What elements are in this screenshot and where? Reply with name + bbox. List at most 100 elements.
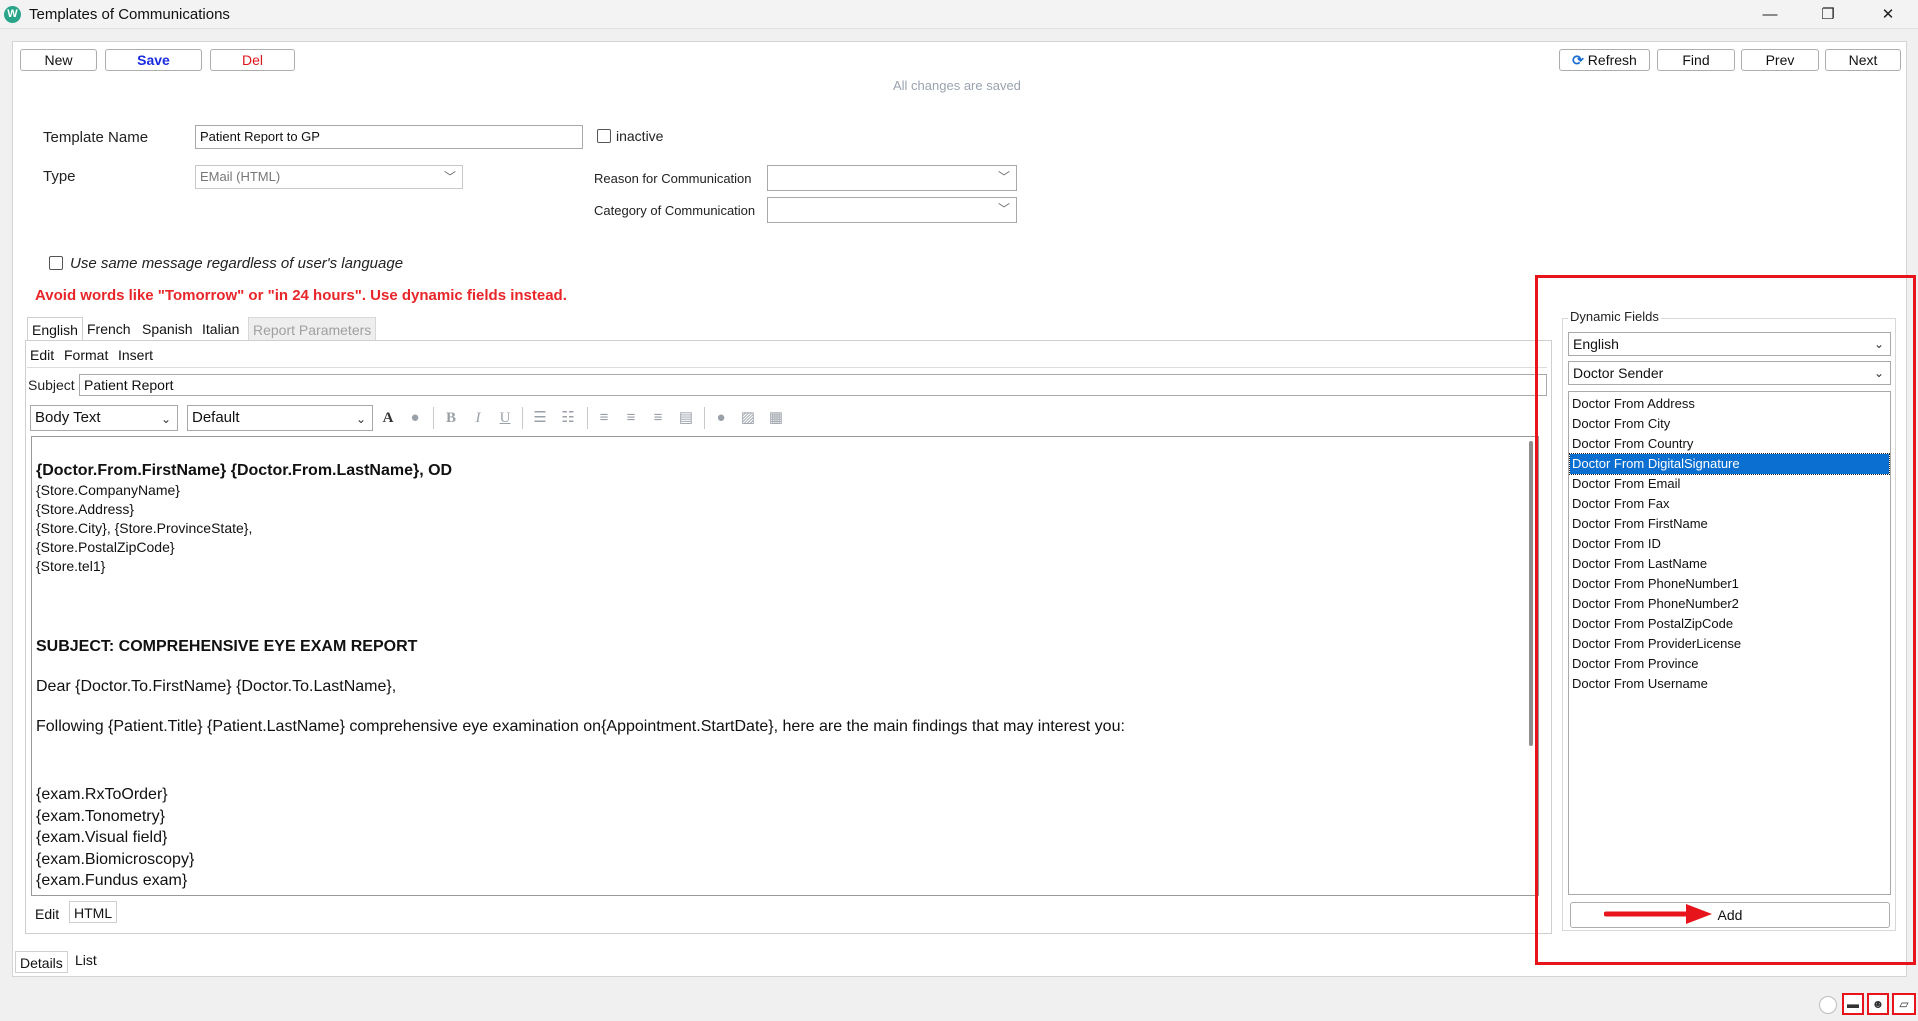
table-icon[interactable]: ▦ xyxy=(766,408,786,428)
tab-edit[interactable]: Edit xyxy=(31,903,63,925)
chevron-down-icon: ⌄ xyxy=(355,412,366,426)
dynamic-group-select[interactable]: Doctor Sender ⌄ xyxy=(1568,361,1891,385)
dynamic-language-select[interactable]: English ⌄ xyxy=(1568,332,1891,356)
window-title: Templates of Communications xyxy=(29,6,230,23)
save-button[interactable]: Save xyxy=(105,49,202,71)
align-left-icon[interactable]: ≡ xyxy=(594,408,614,428)
link-icon[interactable]: ● xyxy=(711,408,731,428)
justify-icon[interactable]: ▤ xyxy=(676,408,696,428)
find-button[interactable]: Find xyxy=(1657,49,1735,71)
image-icon[interactable]: ▨ xyxy=(738,408,758,428)
type-label: Type xyxy=(43,168,76,185)
chevron-down-icon: ⌄ xyxy=(1873,366,1884,380)
delete-button[interactable]: Del xyxy=(210,49,295,71)
font-select[interactable]: Default ⌄ xyxy=(187,405,373,431)
dynamic-field-item[interactable]: Doctor From Province xyxy=(1570,654,1889,674)
new-button[interactable]: New xyxy=(20,49,97,71)
dynamic-field-item[interactable]: Doctor From ID xyxy=(1570,534,1889,554)
bold-icon[interactable]: B xyxy=(441,408,461,428)
category-select[interactable]: ﹀ xyxy=(767,197,1017,223)
tab-italian[interactable]: Italian xyxy=(198,317,243,341)
subject-input[interactable]: Patient Report xyxy=(79,374,1547,396)
body-paragraph: Following {Patient.Title} {Patient.LastN… xyxy=(36,718,1125,735)
tab-details[interactable]: Details xyxy=(15,951,68,973)
bullet-list-icon[interactable]: ☰ xyxy=(530,408,550,428)
category-label: Category of Communication xyxy=(594,203,756,218)
align-right-icon[interactable]: ≡ xyxy=(648,408,668,428)
user-icon[interactable]: ☻ xyxy=(1867,993,1889,1015)
dynamic-field-item[interactable]: Doctor From City xyxy=(1570,414,1889,434)
separator xyxy=(587,407,588,429)
reason-select[interactable]: ﹀ xyxy=(767,165,1017,191)
dynamic-field-item[interactable]: Doctor From Username xyxy=(1570,674,1889,694)
printer-icon[interactable]: ▱ xyxy=(1892,993,1916,1015)
next-button[interactable]: Next xyxy=(1825,49,1901,71)
editor-body[interactable] xyxy=(31,436,1539,896)
app-icon: W xyxy=(4,6,21,23)
menu-format[interactable]: Format xyxy=(64,347,108,363)
dynamic-field-item[interactable]: Doctor From Address xyxy=(1570,394,1889,414)
dynamic-field-item[interactable]: Doctor From ProviderLicense xyxy=(1570,634,1889,654)
tab-french[interactable]: French xyxy=(83,317,135,341)
refresh-label: Refresh xyxy=(1587,52,1637,68)
menu-insert[interactable]: Insert xyxy=(118,347,153,363)
text-color-icon[interactable]: ● xyxy=(405,408,425,428)
exam-line: {exam.RxToOrder} xyxy=(36,786,168,803)
dynamic-fields-list[interactable]: Doctor From Address Doctor From City Docto… xyxy=(1568,391,1891,895)
tab-spanish[interactable]: Spanish xyxy=(138,317,197,341)
reason-label: Reason for Communication xyxy=(594,171,752,186)
exam-line: {exam.Fundus exam} xyxy=(36,872,188,889)
dynamic-field-item[interactable]: Doctor From Fax xyxy=(1570,494,1889,514)
refresh-button[interactable]: ⟳ Refresh xyxy=(1559,49,1650,71)
menu-edit[interactable]: Edit xyxy=(30,347,54,363)
minimize-button[interactable]: — xyxy=(1746,0,1794,29)
greeting: Dear {Doctor.To.FirstName} {Doctor.To.La… xyxy=(36,678,397,695)
inactive-label: inactive xyxy=(616,128,664,144)
restore-button[interactable]: ❐ xyxy=(1804,0,1852,29)
store-line: {Store.City}, {Store.ProvinceState}, xyxy=(36,520,253,536)
editor-scrollbar[interactable] xyxy=(1529,441,1533,746)
store-line: {Store.tel1} xyxy=(36,558,106,574)
italic-icon[interactable]: I xyxy=(468,408,488,428)
tab-report-parameters[interactable]: Report Parameters xyxy=(248,317,377,341)
template-name-field[interactable]: Patient Report to GP xyxy=(195,125,583,149)
divider xyxy=(27,367,1547,368)
exam-line: {exam.Biomicroscopy} xyxy=(36,851,195,868)
chevron-down-icon: ﹀ xyxy=(443,170,456,184)
same-message-checkbox[interactable] xyxy=(49,256,63,270)
dynamic-field-item[interactable]: Doctor From Country xyxy=(1570,434,1889,454)
separator xyxy=(433,407,434,429)
exam-line: {exam.Tonometry} xyxy=(36,808,165,825)
dynamic-field-item[interactable]: Doctor From DigitalSignature xyxy=(1569,453,1890,475)
align-center-icon[interactable]: ≡ xyxy=(621,408,641,428)
dynamic-field-item[interactable]: Doctor From FirstName xyxy=(1570,514,1889,534)
dynamic-fields-title: Dynamic Fields xyxy=(1568,309,1661,324)
dynamic-language-value: English xyxy=(1573,336,1619,352)
type-select[interactable]: EMail (HTML) ﹀ xyxy=(195,165,463,189)
sender-line: {Doctor.From.FirstName} {Doctor.From.Las… xyxy=(36,462,453,479)
dynamic-field-item[interactable]: Doctor From PhoneNumber1 xyxy=(1570,574,1889,594)
tab-list[interactable]: List xyxy=(71,949,101,971)
warning-text: Avoid words like "Tomorrow" or "in 24 ho… xyxy=(35,287,567,304)
tab-english[interactable]: English xyxy=(27,317,83,341)
underline-icon[interactable]: U xyxy=(495,408,515,428)
prev-button[interactable]: Prev xyxy=(1741,49,1819,71)
monitor-icon[interactable]: ▬ xyxy=(1842,993,1864,1015)
numbered-list-icon[interactable]: ☷ xyxy=(558,408,578,428)
inactive-checkbox[interactable] xyxy=(597,129,611,143)
dynamic-field-item[interactable]: Doctor From Email xyxy=(1570,474,1889,494)
template-name-label: Template Name xyxy=(43,129,149,146)
separator xyxy=(704,407,705,429)
tab-html[interactable]: HTML xyxy=(69,901,118,923)
dynamic-field-item[interactable]: Doctor From PostalZipCode xyxy=(1570,614,1889,634)
font-size-icon[interactable]: A xyxy=(378,408,398,428)
chevron-down-icon: ﹀ xyxy=(997,170,1010,184)
style-select[interactable]: Body Text ⌄ xyxy=(30,405,178,431)
status-indicator-icon xyxy=(1819,996,1837,1014)
close-button[interactable]: ✕ xyxy=(1864,0,1912,29)
store-line: {Store.CompanyName} xyxy=(36,482,180,498)
dynamic-field-item[interactable]: Doctor From PhoneNumber2 xyxy=(1570,594,1889,614)
save-status: All changes are saved xyxy=(893,78,1021,93)
chevron-down-icon: ⌄ xyxy=(1873,337,1884,351)
dynamic-field-item[interactable]: Doctor From LastName xyxy=(1570,554,1889,574)
